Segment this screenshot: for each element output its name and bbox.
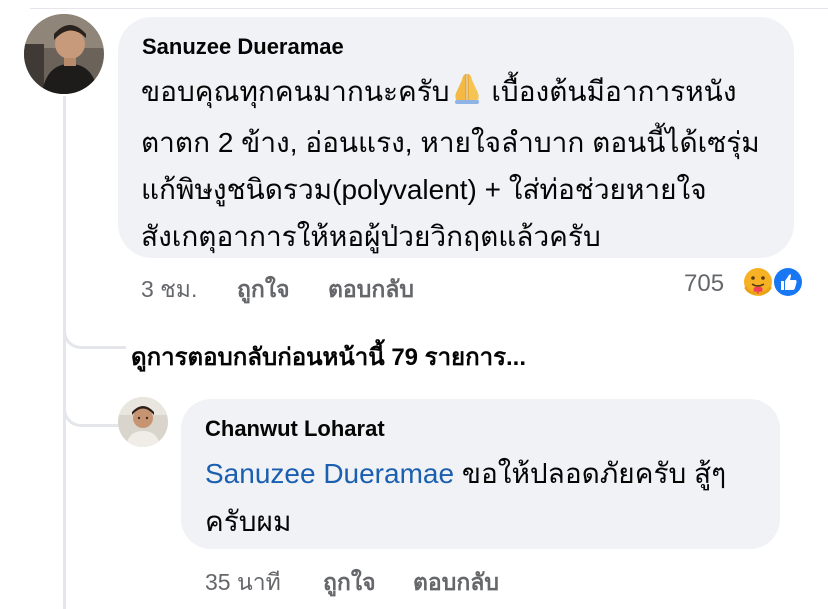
like-button[interactable]: ถูกใจ xyxy=(237,272,290,308)
reply-button[interactable]: ตอบกลับ xyxy=(413,565,499,601)
reaction-summary[interactable] xyxy=(738,264,808,300)
folded-hands-icon xyxy=(450,71,484,119)
view-previous-replies-link[interactable]: ดูการตอบกลับก่อนหน้านี้ 79 รายการ... xyxy=(131,337,526,376)
reply-text: Sanuzee Dueramae ขอให้ปลอดภัยครับ สู้ๆคร… xyxy=(205,450,765,546)
thread-line xyxy=(63,96,66,609)
reply-text-part: ขอให้ปลอดภัยครับ สู้ๆ xyxy=(454,458,727,489)
comment-line: ตาตก 2 ข้าง, อ่อนแรง, หายใจลำบาก ตอนนี้ไ… xyxy=(141,127,760,158)
care-icon xyxy=(742,266,774,298)
comment-line: เบื้องต้นมีอาการหนัง xyxy=(483,76,737,107)
reply-bubble: Chanwut Loharat Sanuzee Dueramae ขอให้ปล… xyxy=(181,399,780,549)
comment-text: ขอบคุณทุกคนมากนะครับ เบื้องต้นมีอาการหนั… xyxy=(141,68,786,260)
divider xyxy=(30,8,828,9)
reply-button[interactable]: ตอบกลับ xyxy=(328,272,414,308)
avatar[interactable] xyxy=(118,397,168,447)
comment-timestamp[interactable]: 3 ชม. xyxy=(141,272,197,308)
reply-timestamp[interactable]: 35 นาที xyxy=(205,565,281,601)
thread-branch xyxy=(63,388,126,427)
reaction-count[interactable]: 705 xyxy=(684,270,724,298)
like-button[interactable]: ถูกใจ xyxy=(323,565,376,601)
comment-line: แก้พิษงูชนิดรวม(polyvalent) + ใส่ท่อช่วย… xyxy=(141,174,707,205)
comment-line: สังเกตุอาการให้หอผู้ป่วยวิกฤตแล้วครับ xyxy=(141,221,601,252)
comment-bubble: Sanuzee Dueramae ขอบคุณทุกคนมากนะครับ เบ… xyxy=(118,17,794,258)
comment-author[interactable]: Sanuzee Dueramae xyxy=(142,34,344,60)
comment-thread: Sanuzee Dueramae ขอบคุณทุกคนมากนะครับ เบ… xyxy=(0,0,828,609)
reply-text-part: ครับผม xyxy=(205,506,292,537)
like-icon xyxy=(772,266,804,298)
comment-line: ขอบคุณทุกคนมากนะครับ xyxy=(141,76,450,107)
reply-author[interactable]: Chanwut Loharat xyxy=(205,416,385,442)
thread-branch xyxy=(63,298,126,349)
avatar[interactable] xyxy=(24,14,104,94)
mention-link[interactable]: Sanuzee Dueramae xyxy=(205,458,454,489)
